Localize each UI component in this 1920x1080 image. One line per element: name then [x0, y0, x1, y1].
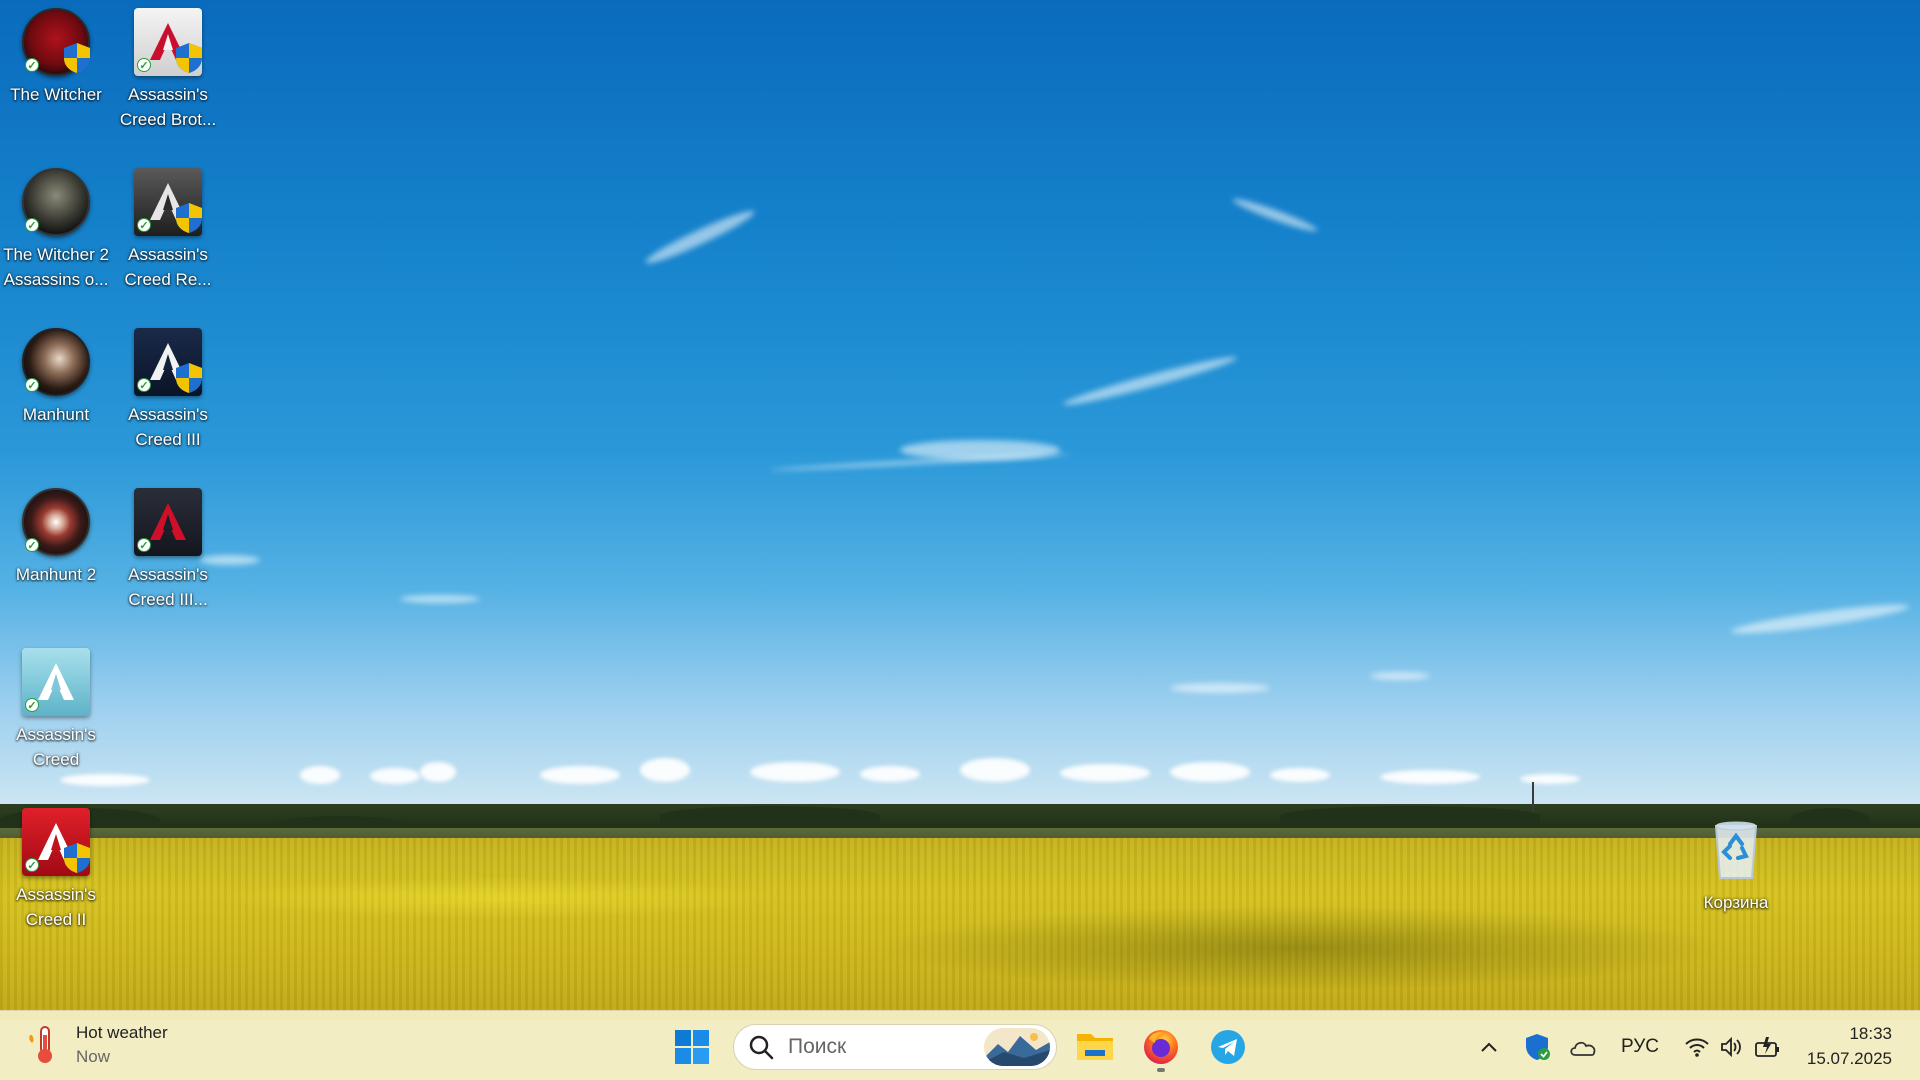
uac-shield-icon	[176, 363, 202, 393]
sync-status-icon: ✓	[137, 538, 151, 552]
taskbar-search-box[interactable]: Поиск	[733, 1024, 1057, 1070]
sync-status-icon: ✓	[25, 858, 39, 872]
recycle-bin-icon	[1714, 821, 1758, 879]
tray-battery[interactable]	[1752, 1031, 1782, 1063]
desktop-icon-manhunt[interactable]: ✓ Manhunt	[0, 328, 112, 427]
clock-time: 18:33	[1849, 1024, 1892, 1043]
taskbar: Hot weather Now Поиск РУС 18:33 15.07.20…	[0, 1010, 1920, 1080]
desktop-icon-the-witcher-2[interactable]: ✓ The Witcher 2 Assassins o...	[0, 168, 112, 292]
search-highlight-image	[984, 1028, 1050, 1066]
search-icon	[749, 1035, 774, 1060]
weather-subtitle: Now	[76, 1047, 111, 1066]
thermometer-icon	[24, 1021, 64, 1069]
desktop-icon-assassins-creed-brotherhood[interactable]: ✓ Assassin's Creed Brot...	[112, 8, 224, 132]
tray-volume[interactable]	[1716, 1031, 1746, 1063]
taskbar-telegram[interactable]	[1204, 1023, 1252, 1071]
uac-shield-icon	[176, 203, 202, 233]
desktop-icon-recycle-bin[interactable]: Корзина	[1680, 816, 1792, 915]
desktop-icon-label: The Witcher	[10, 85, 102, 104]
onedrive-cloud-icon	[1570, 1041, 1596, 1056]
desktop-icon-label: Manhunt 2	[15, 565, 97, 584]
firefox-icon	[1144, 1030, 1178, 1064]
desktop-icon-label: Assassin's Creed Re...	[124, 245, 212, 289]
sync-status-icon: ✓	[137, 58, 151, 72]
desktop-icon-assassins-creed-3[interactable]: ✓ Assassin's Creed III	[112, 328, 224, 452]
weather-title: Hot weather	[76, 1023, 168, 1042]
desktop-icon-label: Assassin's Creed Brot...	[119, 85, 217, 129]
desktop-icon-manhunt-2[interactable]: ✓ Manhunt 2	[0, 488, 112, 587]
weather-widget[interactable]: Hot weather Now	[24, 1021, 168, 1069]
battery-charging-icon	[1755, 1037, 1779, 1057]
desktop-icon-label: The Witcher 2 Assassins o...	[3, 245, 109, 289]
windows-security-icon	[1526, 1034, 1550, 1060]
telegram-icon	[1211, 1030, 1245, 1064]
sync-status-icon: ✓	[25, 58, 39, 72]
taskbar-file-explorer[interactable]	[1071, 1023, 1119, 1071]
desktop-icon-assassins-creed-3-remastered[interactable]: ✓ Assassin's Creed III...	[112, 488, 224, 612]
desktop-icon-assassins-creed-revelations[interactable]: ✓ Assassin's Creed Re...	[112, 168, 224, 292]
desktop-icon-label: Assassin's Creed III	[128, 405, 208, 449]
tray-onedrive[interactable]	[1566, 1031, 1600, 1063]
start-button[interactable]	[668, 1023, 716, 1071]
sync-status-icon: ✓	[25, 698, 39, 712]
desktop-wallpaper	[0, 0, 1920, 1080]
tray-language-indicator[interactable]: РУС	[1620, 1031, 1660, 1063]
desktop-icon-label: Assassin's Creed II	[16, 885, 96, 929]
taskbar-clock[interactable]: 18:33 15.07.2025	[1807, 1021, 1892, 1071]
sync-status-icon: ✓	[25, 538, 39, 552]
clock-date: 15.07.2025	[1806, 1049, 1892, 1068]
search-placeholder: Поиск	[788, 1035, 847, 1058]
desktop-icon-the-witcher[interactable]: ✓ The Witcher	[0, 8, 112, 107]
volume-icon	[1721, 1036, 1741, 1058]
uac-shield-icon	[176, 43, 202, 73]
taskbar-firefox[interactable]	[1137, 1023, 1185, 1071]
tray-wifi[interactable]	[1682, 1031, 1712, 1063]
desktop-icon-label: Assassin's Creed III...	[128, 565, 208, 609]
sync-status-icon: ✓	[137, 218, 151, 232]
uac-shield-icon	[64, 843, 90, 873]
show-hidden-icons-button[interactable]	[1474, 1031, 1504, 1063]
chevron-up-icon	[1481, 1042, 1497, 1052]
file-explorer-icon	[1077, 1034, 1113, 1060]
desktop-icon-assassins-creed[interactable]: ✓ Assassin's Creed	[0, 648, 112, 772]
tray-windows-security[interactable]	[1520, 1031, 1554, 1063]
uac-shield-icon	[64, 43, 90, 73]
desktop-icon-label: Assassin's Creed	[16, 725, 96, 769]
sync-status-icon: ✓	[25, 378, 39, 392]
desktop-icon-label: Manhunt	[22, 405, 90, 424]
desktop-icon-assassins-creed-2[interactable]: ✓ Assassin's Creed II	[0, 808, 112, 932]
sync-status-icon: ✓	[25, 218, 39, 232]
sync-status-icon: ✓	[137, 378, 151, 392]
desktop-icon-label: Корзина	[1703, 893, 1769, 912]
wifi-icon	[1685, 1038, 1709, 1057]
windows-start-icon	[675, 1030, 709, 1064]
firefox-running-indicator	[1157, 1068, 1165, 1072]
